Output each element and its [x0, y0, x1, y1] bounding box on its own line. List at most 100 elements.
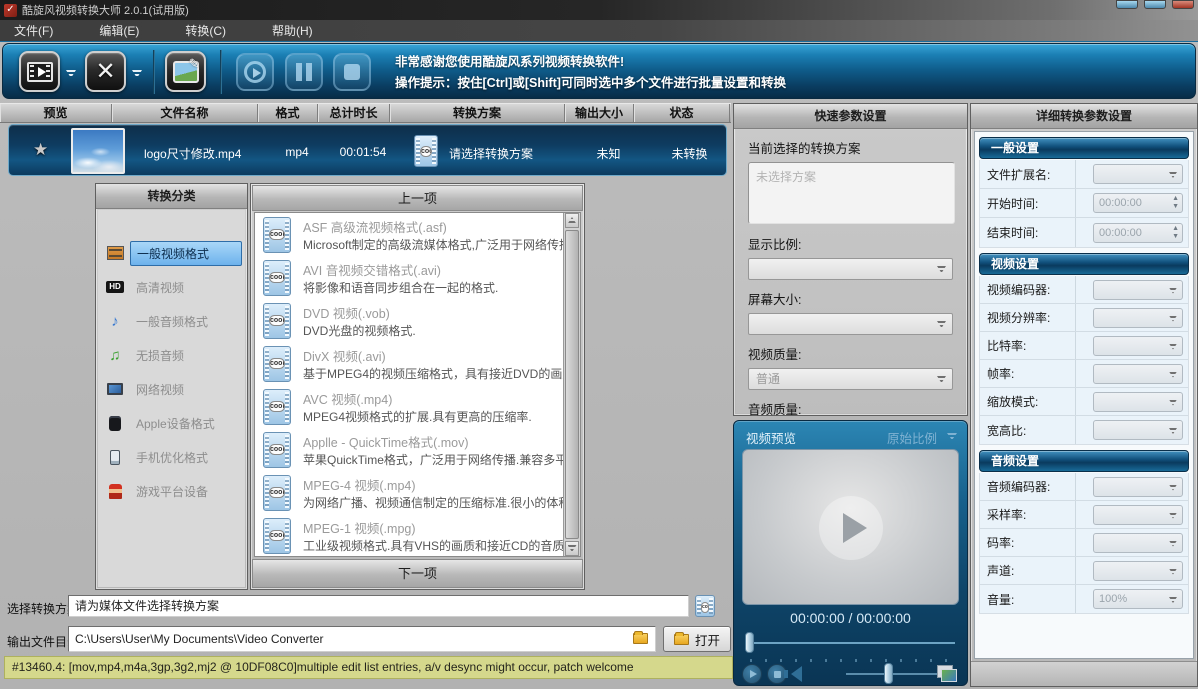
aspect-ratio-select[interactable]: 原始比例	[887, 428, 937, 447]
format-item-mpeg1[interactable]: coolv MPEG-1 视频(.mpg) 工业级视频格式.具有VHS的画质和接…	[255, 514, 580, 557]
start-convert-button[interactable]	[236, 53, 274, 91]
format-item-mov[interactable]: coolv Applle - QuickTime格式(.mov) 苹果Quick…	[255, 428, 580, 471]
film-icon	[106, 244, 124, 262]
display-ratio-select[interactable]	[748, 258, 953, 280]
format-item-avc[interactable]: coolv AVC 视频(.mp4) MPEG4视频格式的扩展.具有更高的压缩率…	[255, 385, 580, 428]
pause-button[interactable]	[285, 53, 323, 91]
preview-play-button[interactable]	[742, 664, 762, 684]
format-list-scrollbar[interactable]	[563, 213, 580, 556]
status-bar: #13460.4: [mov,mp4,m4a,3gp,3g2,mj2 @ 10D…	[4, 656, 733, 679]
format-panel: 上一项 coolv ASF 高级流视频格式(.asf) Microsoft制定的…	[250, 183, 585, 590]
col-preview[interactable]: 预览	[0, 104, 112, 122]
snapshot-icon[interactable]	[937, 665, 953, 678]
coolv-film-icon: coolv	[263, 389, 291, 425]
file-row[interactable]: ★ logo尺寸修改.mp4 mp4 00:01:54 coolv 请选择转换方…	[8, 124, 727, 176]
volume-select[interactable]: 100%	[1093, 589, 1183, 609]
window-title: 酷旋风视频转换大师 2.0.1(试用版)	[22, 2, 189, 18]
video-resolution-select[interactable]	[1093, 308, 1183, 328]
add-file-dropdown-icon[interactable]	[66, 70, 76, 78]
menu-help[interactable]: 帮助(H)	[258, 22, 327, 39]
add-file-icon	[27, 62, 53, 82]
remove-dropdown-icon[interactable]	[132, 70, 142, 78]
star-icon[interactable]: ★	[33, 140, 48, 160]
seek-slider[interactable]	[750, 642, 955, 644]
open-folder-button[interactable]: 打开	[663, 626, 731, 652]
col-outsize[interactable]: 输出大小	[565, 104, 634, 122]
add-file-button[interactable]	[19, 51, 60, 92]
file-name: logo尺寸修改.mp4	[144, 145, 241, 162]
chevron-down-icon	[1169, 513, 1177, 519]
framerate-select[interactable]	[1093, 364, 1183, 384]
category-general-video[interactable]: 一般视频格式	[98, 236, 245, 270]
video-quality-select[interactable]: 普通	[748, 368, 953, 390]
col-status[interactable]: 状态	[634, 104, 730, 122]
col-duration[interactable]: 总计时长	[318, 104, 390, 122]
scroll-up-icon[interactable]	[565, 213, 579, 228]
aspect-ratio-detail-select[interactable]	[1093, 420, 1183, 440]
prev-item-button[interactable]: 上一项	[252, 185, 583, 211]
chevron-down-icon[interactable]	[947, 433, 957, 440]
close-button[interactable]	[1172, 0, 1194, 9]
category-lossless-audio[interactable]: ♫ 无损音频	[98, 338, 245, 372]
detail-params-title: 详细转换参数设置	[971, 104, 1197, 129]
seek-slider-handle[interactable]	[745, 632, 754, 653]
plan-browse-button[interactable]: coolv	[695, 595, 715, 617]
maximize-button[interactable]	[1144, 0, 1166, 9]
audio-encoder-select[interactable]	[1093, 477, 1183, 497]
end-time-spinner[interactable]: 00:00:00▲▼	[1093, 223, 1183, 243]
folder-browse-icon[interactable]	[633, 633, 648, 644]
plan-input[interactable]: 请为媒体文件选择转换方案	[68, 595, 689, 617]
video-encoder-select[interactable]	[1093, 280, 1183, 300]
scale-mode-select[interactable]	[1093, 392, 1183, 412]
coolv-film-icon: coolv	[263, 432, 291, 468]
category-general-audio[interactable]: ♪ 一般音频格式	[98, 304, 245, 338]
menu-file[interactable]: 文件(F)	[0, 22, 67, 39]
output-dir-input[interactable]: C:\Users\User\My Documents\Video Convert…	[68, 626, 656, 652]
format-item-dvd[interactable]: coolv DVD 视频(.vob) DVD光盘的视频格式.	[255, 299, 580, 342]
category-apple-devices[interactable]: Apple设备格式	[98, 406, 245, 440]
section-audio: 音频设置	[979, 450, 1189, 472]
col-plan[interactable]: 转换方案	[390, 104, 565, 122]
start-time-spinner[interactable]: 00:00:00▲▼	[1093, 193, 1183, 213]
next-item-button[interactable]: 下一项	[252, 559, 583, 588]
music-note-icon: ♪	[106, 312, 124, 330]
detail-panel-footer	[971, 661, 1197, 686]
category-game-platforms[interactable]: 游戏平台设备	[98, 474, 245, 508]
category-web-video[interactable]: 网络视频	[98, 372, 245, 406]
format-item-divx[interactable]: coolv DivX 视频(.avi) 基于MPEG4的视频压缩格式，具有接近D…	[255, 342, 580, 385]
remove-file-button[interactable]: ✕	[85, 51, 126, 92]
file-plan[interactable]: 请选择转换方案	[449, 145, 533, 162]
scroll-down-icon[interactable]	[565, 541, 579, 556]
file-extension-select[interactable]	[1093, 164, 1183, 184]
speaker-icon[interactable]	[791, 666, 802, 682]
preview-play-overlay[interactable]	[819, 496, 883, 560]
menu-edit[interactable]: 编辑(E)	[85, 22, 153, 39]
row-audio-bitrate: 码率:	[980, 529, 1188, 557]
col-format[interactable]: 格式	[258, 104, 318, 122]
bitrate-select[interactable]	[1093, 336, 1183, 356]
row-video-encoder: 视频编码器:	[980, 276, 1188, 304]
snapshot-button[interactable]	[165, 51, 206, 92]
channels-select[interactable]	[1093, 561, 1183, 581]
file-table-header: 预览 文件名称 格式 总计时长 转换方案 输出大小 状态	[0, 103, 731, 123]
audio-bitrate-select[interactable]	[1093, 533, 1183, 553]
sample-rate-select[interactable]	[1093, 505, 1183, 525]
format-item-mpeg4[interactable]: coolv MPEG-4 视频(.mp4) 为网络广播、视频通信制定的压缩标准.…	[255, 471, 580, 514]
screen-size-select[interactable]	[748, 313, 953, 335]
chevron-down-icon	[1169, 428, 1177, 434]
spinner-arrows-icon[interactable]: ▲▼	[1172, 225, 1179, 241]
preview-screen	[742, 449, 959, 605]
menu-convert[interactable]: 转换(C)	[171, 22, 240, 39]
minimize-button[interactable]	[1116, 0, 1138, 9]
volume-slider-handle[interactable]	[884, 663, 893, 684]
category-hd-video[interactable]: HD 高清视频	[98, 270, 245, 304]
scrollbar-thumb[interactable]	[565, 230, 579, 539]
section-video: 视频设置	[979, 253, 1189, 275]
format-item-asf[interactable]: coolv ASF 高级流视频格式(.asf) Microsoft制定的高级流媒…	[255, 213, 580, 256]
volume-slider[interactable]	[846, 673, 941, 675]
stop-button[interactable]	[333, 53, 371, 91]
spinner-arrows-icon[interactable]: ▲▼	[1172, 195, 1179, 211]
format-item-avi[interactable]: coolv AVI 音视频交错格式(.avi) 将影像和语音同步组合在一起的格式…	[255, 256, 580, 299]
col-filename[interactable]: 文件名称	[112, 104, 258, 122]
category-mobile-optimized[interactable]: 手机优化格式	[98, 440, 245, 474]
